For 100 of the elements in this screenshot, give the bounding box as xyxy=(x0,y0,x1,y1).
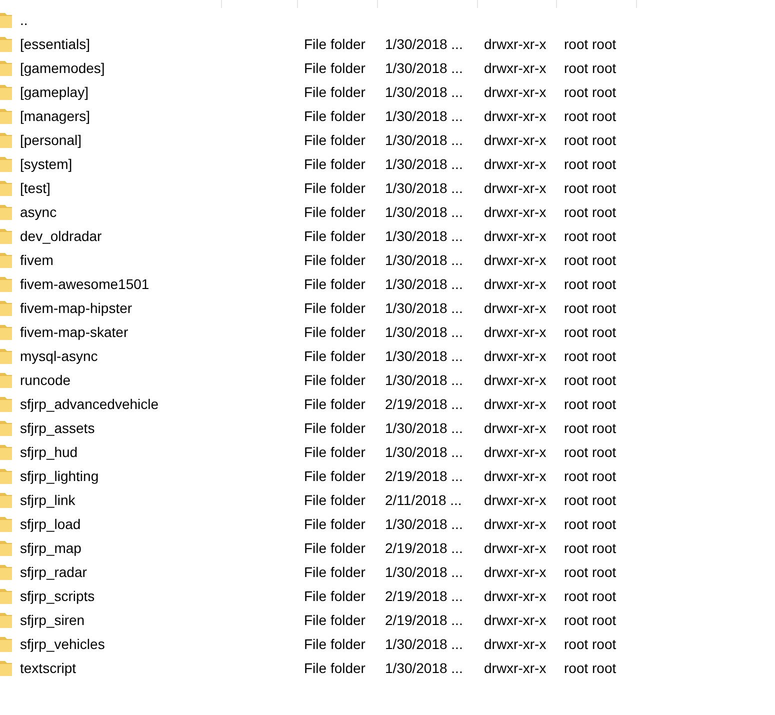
file-name[interactable]: sfjrp_vehicles xyxy=(20,636,105,652)
file-name[interactable]: sfjrp_lighting xyxy=(20,468,99,484)
permissions-text: drwxr-xr-x xyxy=(484,564,546,580)
permissions-text: drwxr-xr-x xyxy=(484,588,546,604)
permissions-text: drwxr-xr-x xyxy=(484,84,546,100)
folder-icon xyxy=(0,36,12,52)
owner-text: root root xyxy=(564,420,616,436)
modified-date: 1/30/2018 ... xyxy=(385,252,463,268)
permissions-text: drwxr-xr-x xyxy=(484,324,546,340)
folder-icon xyxy=(0,492,12,508)
owner-text: root root xyxy=(564,492,616,508)
permissions-text: drwxr-xr-x xyxy=(484,396,546,412)
owner-text: root root xyxy=(564,60,616,76)
owner-text: root root xyxy=(564,588,616,604)
folder-icon xyxy=(0,612,12,628)
folder-icon xyxy=(0,108,12,124)
file-name[interactable]: fivem-map-skater xyxy=(20,324,128,340)
permissions-text: drwxr-xr-x xyxy=(484,60,546,76)
modified-date: 1/30/2018 ... xyxy=(385,180,463,196)
permissions-text: drwxr-xr-x xyxy=(484,180,546,196)
owner-text: root root xyxy=(564,444,616,460)
owner-text: root root xyxy=(564,540,616,556)
file-type: File folder xyxy=(304,252,366,268)
file-type: File folder xyxy=(304,564,366,580)
permissions-text: drwxr-xr-x xyxy=(484,300,546,316)
folder-icon xyxy=(0,324,12,340)
owner-text: root root xyxy=(564,156,616,172)
file-name[interactable]: [gamemodes] xyxy=(20,60,105,76)
owner-text: root root xyxy=(564,132,616,148)
file-name[interactable]: async xyxy=(20,204,57,220)
file-name[interactable]: sfjrp_radar xyxy=(20,564,87,580)
file-name[interactable]: fivem-awesome1501 xyxy=(20,276,150,292)
permissions-text: drwxr-xr-x xyxy=(484,636,546,652)
permissions-text: drwxr-xr-x xyxy=(484,492,546,508)
folder-icon xyxy=(0,372,12,388)
file-type: File folder xyxy=(304,180,366,196)
file-type: File folder xyxy=(304,468,366,484)
file-name[interactable]: [personal] xyxy=(20,132,82,148)
file-name[interactable]: sfjrp_assets xyxy=(20,420,95,436)
modified-date: 2/19/2018 ... xyxy=(385,468,463,484)
modified-date: 1/30/2018 ... xyxy=(385,636,463,652)
permissions-text: drwxr-xr-x xyxy=(484,612,546,628)
owner-text: root root xyxy=(564,564,616,580)
owner-text: root root xyxy=(564,228,616,244)
modified-date: 1/30/2018 ... xyxy=(385,204,463,220)
modified-date: 2/11/2018 ... xyxy=(385,492,462,508)
owner-text: root root xyxy=(564,348,616,364)
folder-icon xyxy=(0,204,12,220)
file-type: File folder xyxy=(304,420,366,436)
file-name[interactable]: [test] xyxy=(20,180,50,196)
permissions-text: drwxr-xr-x xyxy=(484,156,546,172)
file-type: File folder xyxy=(304,132,366,148)
file-type: File folder xyxy=(304,372,366,388)
file-type: File folder xyxy=(304,156,366,172)
file-type: File folder xyxy=(304,492,366,508)
modified-date: 1/30/2018 ... xyxy=(385,444,463,460)
permissions-text: drwxr-xr-x xyxy=(484,516,546,532)
owner-text: root root xyxy=(564,636,616,652)
modified-date: 1/30/2018 ... xyxy=(385,372,463,388)
file-name[interactable]: [essentials] xyxy=(20,36,90,52)
folder-icon xyxy=(0,468,12,484)
folder-icon xyxy=(0,396,12,412)
file-name[interactable]: sfjrp_map xyxy=(20,540,82,556)
file-name[interactable]: [system] xyxy=(20,156,72,172)
owner-text: root root xyxy=(564,396,616,412)
owner-text: root root xyxy=(564,300,616,316)
file-type: File folder xyxy=(304,660,366,676)
file-name[interactable]: sfjrp_advancedvehicle xyxy=(20,396,159,412)
file-name[interactable]: mysql-async xyxy=(20,348,98,364)
modified-date: 1/30/2018 ... xyxy=(385,60,463,76)
folder-icon xyxy=(0,180,12,196)
modified-date: 2/19/2018 ... xyxy=(385,396,463,412)
modified-date: 1/30/2018 ... xyxy=(385,324,463,340)
file-name[interactable]: [managers] xyxy=(20,108,90,124)
file-name[interactable]: textscript xyxy=(20,660,76,676)
file-name[interactable]: fivem xyxy=(20,252,54,268)
file-name[interactable]: [gameplay] xyxy=(20,84,88,100)
permissions-text: drwxr-xr-x xyxy=(484,372,546,388)
modified-date: 1/30/2018 ... xyxy=(385,36,463,52)
owner-text: root root xyxy=(564,468,616,484)
owner-text: root root xyxy=(564,108,616,124)
file-name[interactable]: sfjrp_link xyxy=(20,492,76,508)
file-name[interactable]: runcode xyxy=(20,372,71,388)
file-name[interactable]: sfjrp_hud xyxy=(20,444,78,460)
permissions-text: drwxr-xr-x xyxy=(484,36,546,52)
file-name[interactable]: sfjrp_scripts xyxy=(20,588,95,604)
folder-icon xyxy=(0,540,12,556)
file-name[interactable]: sfjrp_siren xyxy=(20,612,85,628)
permissions-text: drwxr-xr-x xyxy=(484,108,546,124)
file-name[interactable]: fivem-map-hipster xyxy=(20,300,132,316)
file-type: File folder xyxy=(304,348,366,364)
file-name[interactable]: dev_oldradar xyxy=(20,228,102,244)
modified-date: 2/19/2018 ... xyxy=(385,588,463,604)
modified-date: 1/30/2018 ... xyxy=(385,132,463,148)
file-type: File folder xyxy=(304,636,366,652)
file-name[interactable]: .. xyxy=(20,12,28,28)
folder-icon xyxy=(0,300,12,316)
folder-icon xyxy=(0,516,12,532)
modified-date: 1/30/2018 ... xyxy=(385,276,463,292)
file-name[interactable]: sfjrp_load xyxy=(20,516,81,532)
